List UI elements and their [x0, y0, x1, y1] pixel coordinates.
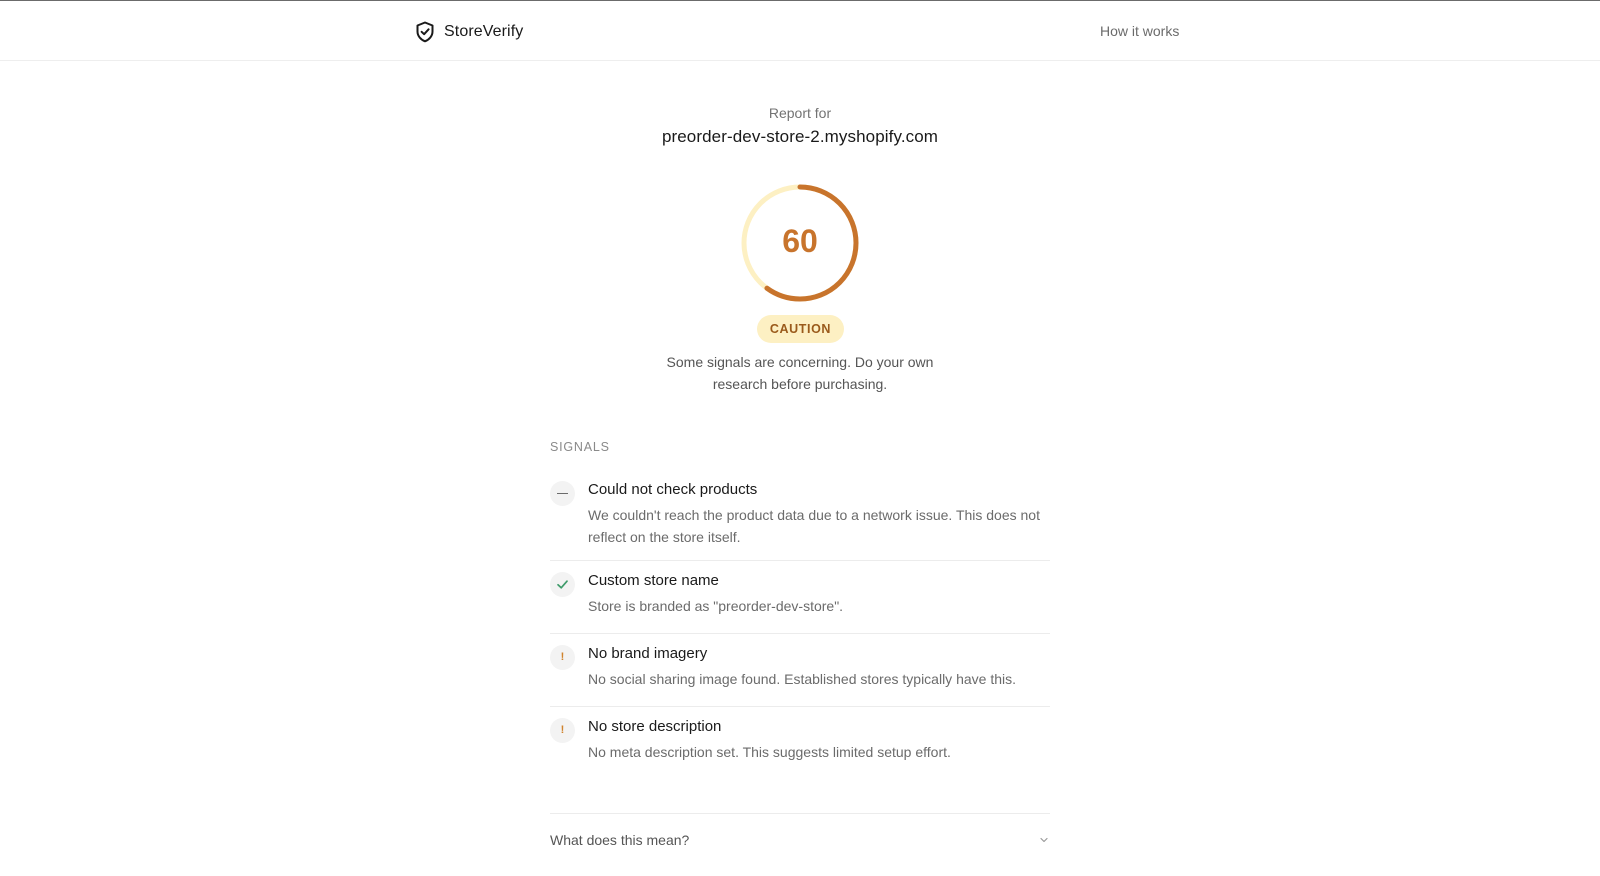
faq-question: What does this mean? — [550, 832, 690, 848]
faq-toggle[interactable]: What does this mean? — [550, 813, 1050, 853]
trust-score: 60 — [782, 223, 818, 259]
check-icon — [550, 572, 575, 597]
dash-icon — [550, 481, 575, 506]
signal-item: ! No brand imagery No social sharing ima… — [550, 634, 1050, 707]
signal-description: No meta description set. This suggests l… — [588, 744, 951, 760]
signal-description: Store is branded as "preorder-dev-store"… — [588, 598, 844, 614]
store-domain: preorder-dev-store-2.myshopify.com — [661, 127, 939, 146]
how-it-works-link[interactable]: How it works — [1100, 23, 1179, 39]
signal-title: Could not check products — [588, 481, 758, 498]
exclamation-icon: ! — [550, 645, 575, 670]
shield-check-icon — [416, 21, 434, 43]
exclamation-icon: ! — [550, 718, 575, 743]
brand-logo[interactable]: StoreVerify — [415, 19, 523, 45]
signal-description: No social sharing image found. Establish… — [588, 671, 1016, 687]
score-summary: Some signals are concerning. Do your own… — [666, 354, 934, 392]
signal-item: ! No store description No meta descripti… — [550, 707, 1050, 780]
signals-list: Could not check products We couldn't rea… — [550, 468, 1050, 780]
signal-description: We couldn't reach the product data due t… — [588, 507, 1040, 545]
status-badge: CAUTION — [757, 315, 844, 343]
brand-name: StoreVerify — [444, 23, 524, 40]
chevron-down-icon — [1040, 837, 1048, 843]
site-header: StoreVerify How it works — [0, 1, 1600, 61]
signal-title: No store description — [588, 718, 722, 735]
report-label: Report for — [768, 105, 832, 121]
signal-title: No brand imagery — [588, 645, 708, 662]
signals-heading: SIGNALS — [550, 440, 610, 454]
signal-title: Custom store name — [588, 572, 719, 589]
signal-item: Could not check products We couldn't rea… — [550, 468, 1050, 561]
signal-item: Custom store name Store is branded as "p… — [550, 561, 1050, 634]
